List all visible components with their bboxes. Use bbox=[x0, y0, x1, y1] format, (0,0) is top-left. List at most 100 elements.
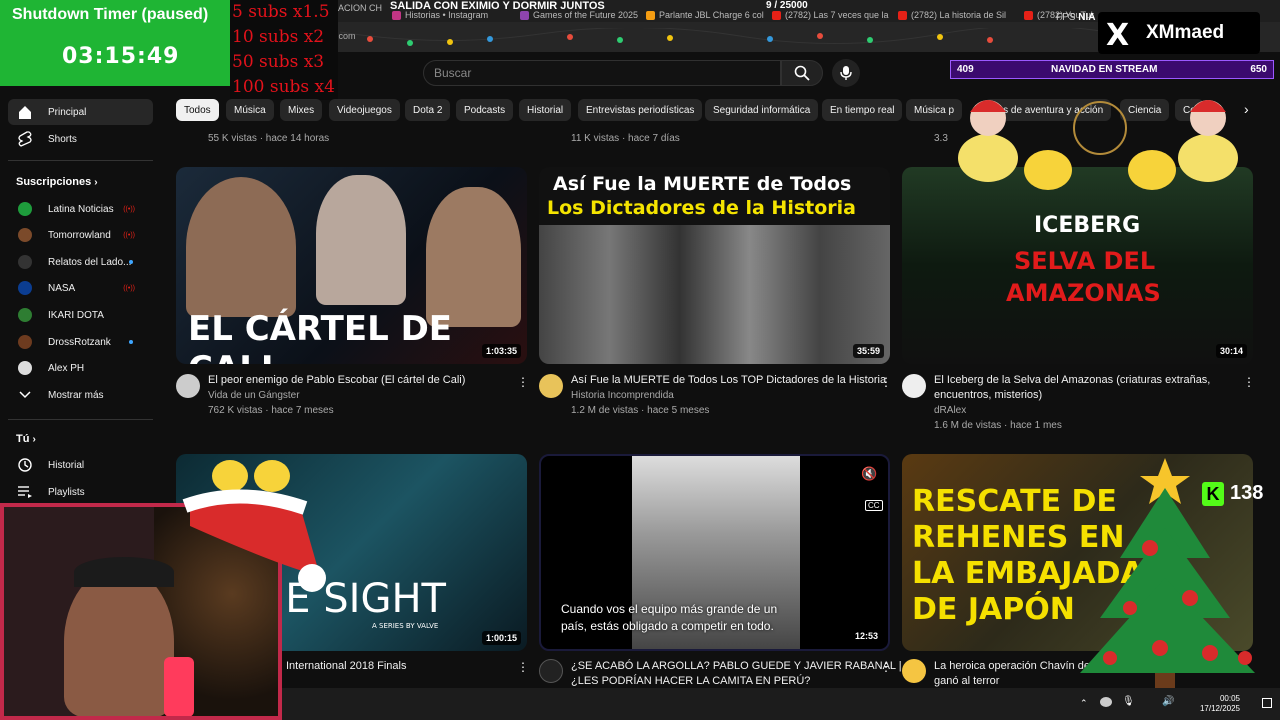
thumbnail-text: A SERIES BY VALVE bbox=[372, 622, 439, 630]
new-content-dot bbox=[129, 340, 133, 344]
video-duration: 35:59 bbox=[852, 344, 884, 358]
sidebar-subscription[interactable]: Latina Noticias ((•)) bbox=[8, 196, 153, 222]
system-clock[interactable]: 00:05 17/12/2025 bbox=[1200, 694, 1240, 714]
voice-search-button[interactable] bbox=[832, 59, 860, 87]
sidebar-item-historial[interactable]: Historial bbox=[8, 452, 153, 478]
you-heading[interactable]: Tú › bbox=[16, 433, 36, 445]
subscription-label: Tomorrowland bbox=[48, 229, 111, 241]
sidebar-subscription[interactable]: DrossRotzank bbox=[8, 329, 153, 355]
channel-avatar[interactable] bbox=[539, 659, 563, 683]
channel-avatar bbox=[18, 202, 32, 216]
notifications-icon[interactable] bbox=[1262, 698, 1272, 708]
thumbnail-text: AMAZONAS bbox=[1006, 279, 1161, 307]
chip-musica[interactable]: Música bbox=[226, 99, 274, 121]
subscription-label: IKARI DOTA bbox=[48, 309, 104, 321]
thumbnail-text: SELVA DEL bbox=[1014, 247, 1156, 275]
video-preview-player[interactable]: 🔇 CC Cuando vos el equipo más grande de … bbox=[539, 454, 890, 651]
subscriptions-heading[interactable]: Suscripciones › bbox=[16, 176, 98, 188]
chip-podcasts[interactable]: Podcasts bbox=[456, 99, 514, 121]
chip-dota2[interactable]: Dota 2 bbox=[405, 99, 451, 121]
sidebar-divider bbox=[8, 160, 153, 161]
sidebar-item-principal[interactable]: Principal bbox=[8, 99, 153, 125]
more-options-icon[interactable]: ⋮ bbox=[880, 660, 892, 674]
sidebar-subscription[interactable]: Tomorrowland ((•)) bbox=[8, 222, 153, 248]
browser-tab[interactable]: ACION CH bbox=[338, 3, 382, 21]
sidebar-item-label: Historial bbox=[48, 459, 85, 471]
thumbnail-text: DE JAPÓN bbox=[912, 592, 1075, 627]
search-button[interactable] bbox=[781, 60, 823, 86]
chevron-right-icon: › bbox=[94, 177, 98, 188]
multiplier-line: 5 subs x1.5 bbox=[232, 2, 330, 22]
chevron-right-icon: › bbox=[32, 434, 36, 445]
webcam-cap bbox=[74, 557, 174, 587]
channel-avatar[interactable] bbox=[902, 374, 926, 398]
chevron-up-icon[interactable]: ⌃ bbox=[1080, 698, 1088, 709]
more-options-icon[interactable]: ⋮ bbox=[517, 660, 529, 674]
url-text[interactable]: .com bbox=[336, 31, 356, 41]
navidad-left-value: 409 bbox=[957, 64, 974, 75]
sidebar-subscription[interactable]: Relatos del Lado... bbox=[8, 249, 153, 275]
channel-name[interactable]: Vida de un Gángster bbox=[208, 388, 300, 403]
chip-historial[interactable]: Historial bbox=[519, 99, 572, 121]
video-thumbnail[interactable]: EL CÁRTEL DE CALI 1:03:35 bbox=[176, 167, 527, 364]
chip-seguridad[interactable]: Seguridad informática bbox=[705, 99, 819, 121]
video-thumbnail[interactable]: Así Fue la MUERTE de Todos Los Dictadore… bbox=[539, 167, 890, 364]
sidebar-subscription[interactable]: NASA ((•)) bbox=[8, 275, 153, 301]
closed-captions-button[interactable]: CC bbox=[865, 500, 883, 511]
search-input[interactable]: Buscar bbox=[423, 60, 781, 86]
video-duration: 1:03:35 bbox=[481, 344, 521, 358]
chip-todos[interactable]: Todos bbox=[176, 99, 219, 121]
mute-icon[interactable]: 🔇 bbox=[861, 466, 879, 484]
sidebar-subscription[interactable]: Alex PH bbox=[8, 355, 153, 381]
video-title[interactable]: ¿SE ACABÓ LA ARGOLLA? PABLO GUEDE Y JAVI… bbox=[571, 659, 902, 674]
channel-name[interactable]: Historia Incomprendida bbox=[571, 388, 674, 403]
chip-videojuegos[interactable]: Videojuegos bbox=[329, 99, 400, 121]
history-icon bbox=[16, 456, 34, 474]
sidebar-item-playlists[interactable]: Playlists bbox=[8, 479, 153, 505]
kick-count: 138 bbox=[1230, 482, 1264, 504]
live-icon: ((•)) bbox=[123, 205, 135, 213]
sidebar-item-label: Principal bbox=[48, 106, 87, 118]
brand-name: XMmaed bbox=[1146, 22, 1225, 43]
sidebar-item-shorts[interactable]: Shorts bbox=[8, 126, 153, 152]
video-title[interactable]: Así Fue la MUERTE de Todos Los TOP Dicta… bbox=[571, 373, 886, 388]
video-title[interactable]: El Iceberg de la Selva del Amazonas (cri… bbox=[934, 373, 1210, 388]
more-options-icon[interactable]: ⋮ bbox=[1243, 375, 1255, 389]
navidad-title: NAVIDAD EN STREAM bbox=[1051, 64, 1158, 75]
channel-name[interactable]: dRAlex bbox=[934, 403, 966, 418]
sub-goal-counter: 9 / 25000 bbox=[766, 0, 808, 11]
stream-title: SALIDA CON EXIMIO Y DORMIR JUNTOS bbox=[390, 0, 605, 12]
video-meta: 1.2 M de vistas · hace 5 meses bbox=[571, 405, 710, 416]
video-title[interactable]: International 2018 Finals bbox=[286, 659, 406, 674]
video-title[interactable]: encuentros, misterios) bbox=[934, 388, 1042, 403]
sidebar-subscription[interactable]: IKARI DOTA bbox=[8, 302, 153, 328]
channel-avatar[interactable] bbox=[539, 374, 563, 398]
channel-avatar[interactable] bbox=[902, 659, 926, 683]
more-options-icon[interactable]: ⋮ bbox=[880, 375, 892, 389]
multiplier-line: 100 subs x4 bbox=[232, 77, 335, 97]
channel-avatar[interactable] bbox=[176, 374, 200, 398]
microphone-icon bbox=[840, 66, 852, 80]
chip-entrevistas[interactable]: Entrevistas periodísticas bbox=[578, 99, 703, 121]
more-options-icon[interactable]: ⋮ bbox=[517, 375, 529, 389]
show-more-label: Mostrar más bbox=[48, 389, 104, 401]
show-more-button[interactable]: Mostrar más bbox=[8, 382, 153, 408]
chip-mixes[interactable]: Mixes bbox=[280, 99, 323, 121]
youtube-icon bbox=[898, 11, 907, 21]
video-title[interactable]: ¿LES PODRÍAN HACER LA CAMITA EN PERÚ? bbox=[571, 674, 810, 689]
speaker-icon[interactable]: 🔊 bbox=[1162, 696, 1174, 707]
thumbnail-text: ICEBERG bbox=[1034, 213, 1141, 238]
instagram-icon bbox=[392, 11, 401, 21]
microphone-icon[interactable]: 🎙 bbox=[1122, 696, 1135, 707]
video-meta: 1.6 M de vistas · hace 1 mes bbox=[934, 420, 1062, 431]
kick-viewer-counter: K 138 bbox=[1202, 482, 1274, 508]
thumbnail-person bbox=[426, 187, 521, 327]
video-duration: 30:14 bbox=[1215, 344, 1247, 358]
youtube-icon bbox=[772, 11, 781, 21]
home-icon bbox=[16, 103, 34, 121]
chip-tiempo-real[interactable]: En tiempo real bbox=[822, 99, 903, 121]
cloud-icon[interactable] bbox=[1100, 697, 1112, 707]
windows-taskbar: ⌃ 🎙 🔊 00:05 17/12/2025 bbox=[282, 688, 1280, 720]
video-title[interactable]: ganó al terror bbox=[934, 674, 999, 689]
video-title[interactable]: El peor enemigo de Pablo Escobar (El cár… bbox=[208, 373, 465, 388]
